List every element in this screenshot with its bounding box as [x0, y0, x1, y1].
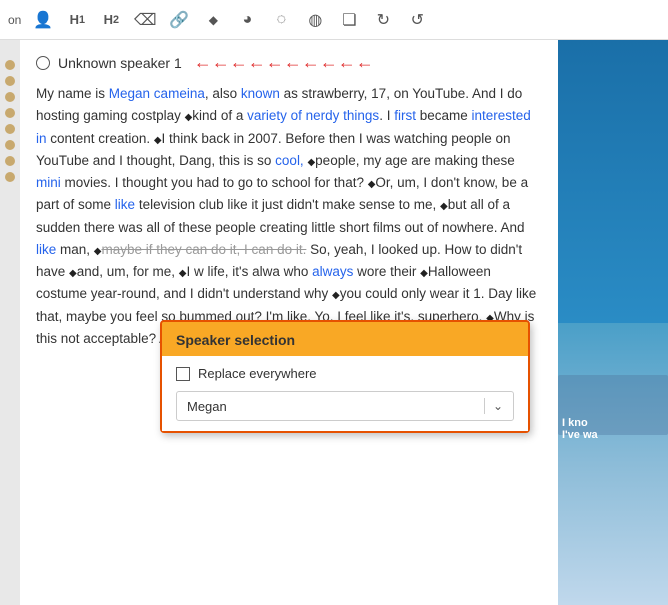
copy-icon[interactable]: ❏ [337, 8, 361, 32]
diamond-icon: ◆ [332, 290, 340, 301]
transcript-word: interested [471, 108, 530, 123]
speaker-name: Unknown speaker 1 [58, 55, 182, 71]
diamond-icon: ◆ [69, 268, 77, 279]
sidebar-dot [5, 108, 15, 118]
toolbar: on 👤 H1 H2 ⌫ 🔗 ◆ ◕ ◌ ◍ ❏ ↻ ↺ [0, 0, 668, 40]
transcript-highlighted: Megan cameina [109, 86, 205, 101]
clock-icon[interactable]: ◕ [235, 8, 259, 32]
transcript-word: mini [36, 175, 61, 190]
transcript-word: always [312, 264, 353, 279]
transcript-word: known [241, 86, 280, 101]
diamond-icon[interactable]: ◆ [201, 8, 225, 32]
diamond-icon: ◆ [154, 135, 162, 146]
loop2-icon[interactable]: ◍ [303, 8, 327, 32]
replace-everywhere-label: Replace everywhere [198, 366, 317, 381]
sidebar-dot [5, 140, 15, 150]
main-layout: Unknown speaker 1 ←←←←←←←←←← My name is … [0, 40, 668, 605]
popup-title: Speaker selection [176, 332, 295, 348]
replace-everywhere-checkbox[interactable] [176, 367, 190, 381]
h1-icon[interactable]: H1 [65, 8, 89, 32]
chevron-down-icon[interactable]: ⌄ [493, 399, 503, 413]
speaker-select-row[interactable]: Megan ⌄ [176, 391, 514, 421]
left-sidebar [0, 40, 20, 605]
diamond-icon: ◆ [179, 268, 187, 279]
undo-icon[interactable]: ↻ [371, 8, 395, 32]
speaker-radio[interactable] [36, 56, 50, 70]
on-label: on [8, 13, 21, 27]
sidebar-dot [5, 60, 15, 70]
right-panel-line2: I've wa [562, 429, 664, 441]
speaker-arrow: ←←←←←←←←←← [194, 52, 374, 73]
transcript-word: first [394, 108, 416, 123]
select-divider [484, 398, 485, 414]
right-panel-caption: I kno I've wa [558, 413, 668, 445]
loop-icon[interactable]: ◌ [269, 8, 293, 32]
transcript-text: My name is Megan cameina, also known as … [36, 83, 542, 350]
right-panel-line1: I kno [562, 417, 664, 429]
sidebar-dot [5, 124, 15, 134]
right-panel-image: I kno I've wa [558, 40, 668, 605]
diamond-icon: ◆ [440, 201, 448, 212]
sidebar-dot [5, 156, 15, 166]
diamond-icon: ◆ [368, 179, 376, 190]
link-icon[interactable]: 🔗 [167, 8, 191, 32]
person-icon[interactable]: 👤 [31, 8, 55, 32]
transcript-word: like [36, 242, 56, 257]
replace-everywhere-row: Replace everywhere [176, 366, 514, 381]
diamond-icon: ◆ [420, 268, 428, 279]
sidebar-dot [5, 92, 15, 102]
transcript-word: variety of nerdy things [247, 108, 379, 123]
eraser-icon[interactable]: ⌫ [133, 8, 157, 32]
transcript-word: like [115, 197, 135, 212]
speaker-selection-popup: Speaker selection Replace everywhere Meg… [160, 320, 530, 433]
right-panel: I kno I've wa [558, 40, 668, 605]
transcript-word: cool, [275, 153, 304, 168]
transcript-segment: kind of a [192, 108, 243, 123]
speaker-header: Unknown speaker 1 ←←←←←←←←←← [36, 52, 542, 73]
popup-header: Speaker selection [162, 322, 528, 356]
content-area: Unknown speaker 1 ←←←←←←←←←← My name is … [20, 40, 558, 605]
sidebar-dot [5, 76, 15, 86]
redo-icon[interactable]: ↺ [405, 8, 429, 32]
h2-icon[interactable]: H2 [99, 8, 123, 32]
selected-speaker-value: Megan [187, 399, 476, 414]
diamond-icon: ◆ [307, 157, 315, 168]
sidebar-dot [5, 172, 15, 182]
popup-body: Replace everywhere Megan ⌄ [162, 356, 528, 431]
transcript-word: in [36, 131, 47, 146]
